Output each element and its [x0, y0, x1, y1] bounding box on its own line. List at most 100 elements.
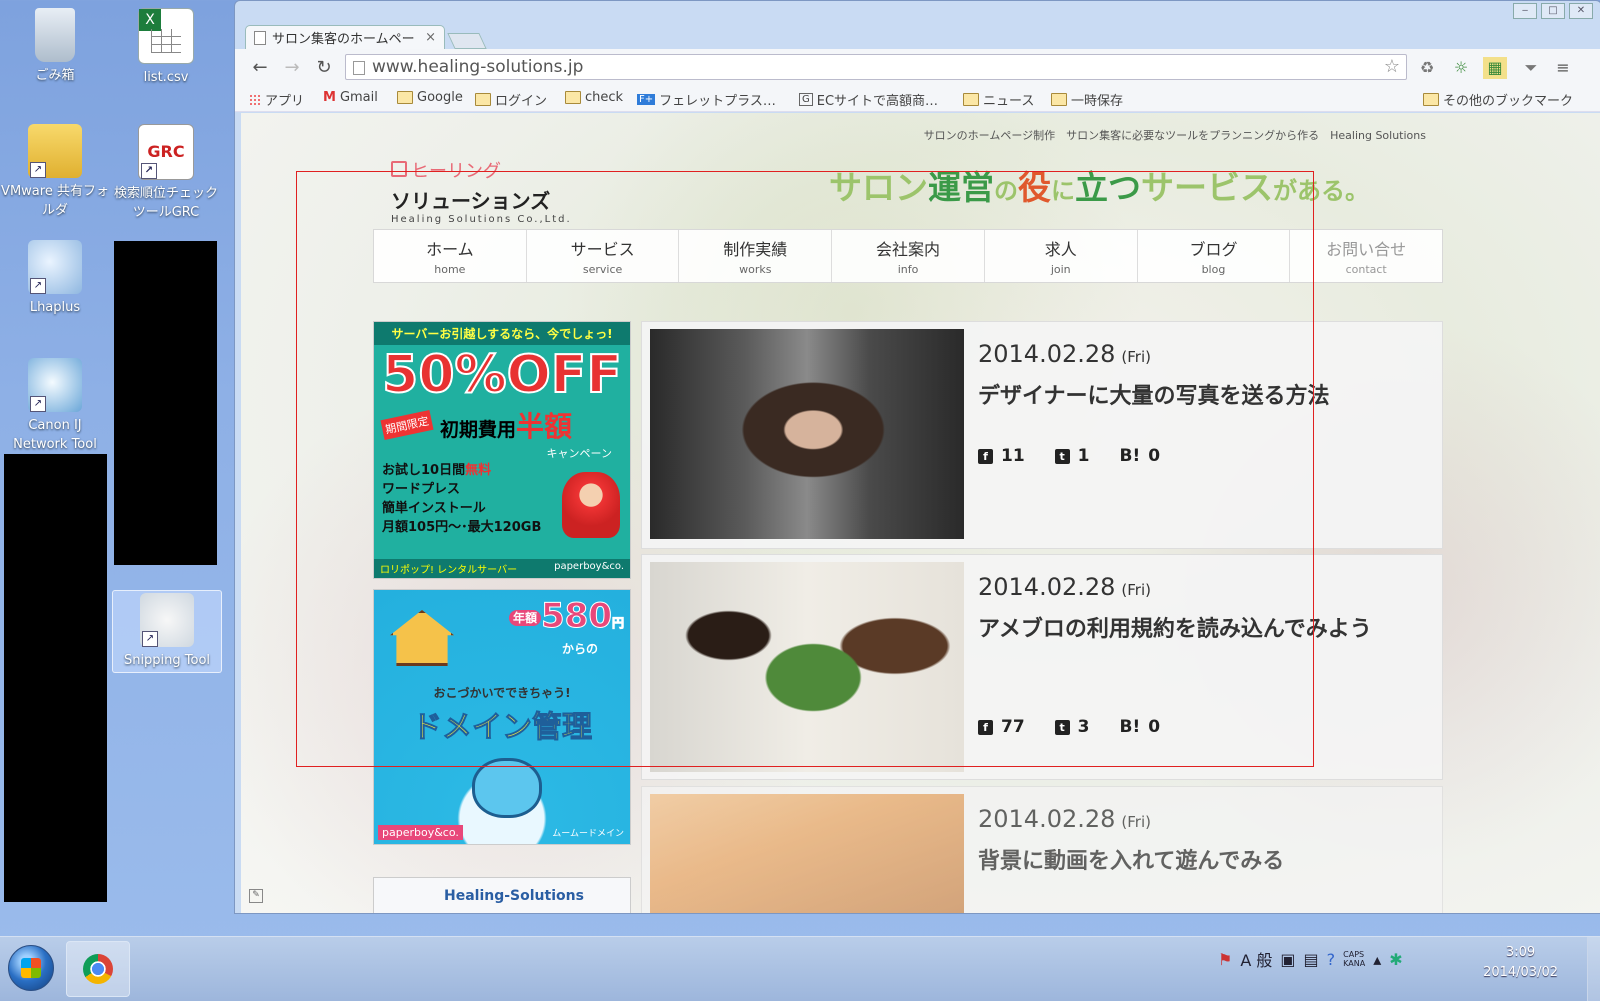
lolipop-banner[interactable]: サーバーお引越しするなら、今でしょっ! 50%OFF 期間限定 初期費用半額 キャ… [373, 321, 631, 579]
extension-evernote-icon[interactable]: ☼ [1449, 57, 1473, 79]
hatena-bookmark-icon[interactable]: B! [1120, 447, 1141, 464]
tray-expand-icon[interactable]: ▴ [1373, 950, 1381, 969]
excel-badge: X [139, 9, 161, 31]
kana-label: KANA [1343, 959, 1366, 968]
chrome-menu-icon[interactable]: ≡ [1551, 57, 1575, 79]
close-window-button[interactable]: ✕ [1569, 3, 1593, 19]
desktop-icon-snipping-tool[interactable]: ↗ Snipping Tool [112, 590, 222, 673]
reload-button[interactable]: ↻ [313, 57, 335, 79]
ime-pad-icon[interactable]: ▤ [1304, 950, 1319, 969]
page-info-icon [353, 61, 365, 75]
minimize-button[interactable]: ‒ [1513, 3, 1537, 19]
blog-post[interactable]: 2014.02.28 (Fri) アメブロの利用規約を読み込んでみよう f 77 t… [641, 554, 1443, 780]
healing-solutions-banner[interactable]: Healing-Solutions [373, 877, 631, 913]
bookmark-label: フェレットプラス… [659, 94, 776, 109]
new-tab-button[interactable] [447, 33, 487, 49]
muumuu-domain-banner[interactable]: 年額 580円 からの おこづかいでできちゃう! ドメイン管理 paperboy&… [373, 589, 631, 845]
nav-label-en: works [739, 263, 772, 276]
nav-label-jp: 制作実績 [723, 240, 788, 259]
taskbar-chrome-button[interactable] [66, 941, 130, 997]
notification-flag-icon[interactable]: ⚑ [1218, 950, 1232, 969]
desktop-icon-label: VMware 共有フォルダ [1, 184, 109, 218]
tagline-part: サービス [1141, 168, 1273, 207]
shortcut-arrow-icon: ↗ [30, 396, 46, 412]
post-title[interactable]: デザイナーに大量の写真を送る方法 [978, 378, 1398, 415]
redacted-area [4, 454, 107, 902]
twitter-icon[interactable]: t [1054, 719, 1070, 735]
show-desktop-button[interactable] [1587, 937, 1600, 1001]
facebook-count: 77 [1001, 717, 1025, 737]
bookmark-google[interactable]: Google [397, 90, 463, 105]
nav-item-service[interactable]: サービス service [527, 230, 680, 282]
desktop-icon-vmware-folder[interactable]: ↗ VMware 共有フォルダ [0, 124, 110, 220]
post-thumbnail[interactable] [650, 562, 964, 772]
tab-title: サロン集客のホームペー [272, 32, 415, 47]
desktop-icon-canon-ij[interactable]: ↗ Canon IJ Network Tool [0, 358, 110, 454]
start-button[interactable] [8, 945, 54, 991]
taskbar: ⚑ A 般 ▣ ▤ ? CAPS KANA ▴ ✱ 3:09 2014/03/02 [0, 936, 1600, 1001]
bookmark-news[interactable]: ニュース [963, 90, 1034, 109]
nav-item-blog[interactable]: ブログ blog [1138, 230, 1291, 282]
bookmark-other[interactable]: その他のブックマーク [1423, 90, 1573, 109]
banner-small-text: おこづかいでできちゃう! [433, 686, 571, 700]
caps-kana-indicator: CAPS KANA [1343, 950, 1365, 968]
site-logo[interactable]: ヒーリング ソリューションズ Healing Solutions Co.,Ltd… [391, 157, 572, 225]
nav-item-works[interactable]: 制作実績 works [679, 230, 833, 282]
ime-tools-icon[interactable]: ▣ [1280, 950, 1295, 969]
nav-item-contact[interactable]: お問い合せ contact [1290, 230, 1442, 282]
post-thumbnail[interactable] [650, 329, 964, 539]
ime-indicator[interactable]: A 般 [1240, 947, 1272, 971]
hatena-bookmark-icon[interactable]: B! [1120, 718, 1141, 735]
desktop-icon-list-csv[interactable]: X list.csv [111, 8, 221, 87]
shortcut-arrow-icon: ↗ [142, 631, 158, 647]
bookmark-login[interactable]: ログイン [475, 90, 547, 109]
bookmark-temp[interactable]: 一時保存 [1051, 90, 1123, 109]
bookmark-apps[interactable]: アプリ [249, 90, 304, 109]
address-bar[interactable]: www.healing-solutions.jp ☆ [345, 54, 1407, 80]
nav-item-join[interactable]: 求人 join [985, 230, 1138, 282]
extension-grid-icon[interactable]: ▦ [1483, 57, 1507, 79]
blog-post[interactable]: 2014.02.28 (Fri) 背景に動画を入れて遊んでみる [641, 786, 1443, 913]
post-title[interactable]: 背景に動画を入れて遊んでみる [978, 843, 1398, 880]
forward-button[interactable]: → [281, 57, 303, 79]
clock-time: 3:09 [1505, 945, 1536, 960]
browser-tab[interactable]: サロン集客のホームペー × [245, 25, 445, 49]
tagline-part: 運営 [928, 168, 994, 207]
desktop-icon-recycle-bin[interactable]: ごみ箱 [0, 8, 110, 85]
tab-close-icon[interactable]: × [425, 30, 436, 45]
facebook-count: 11 [1001, 446, 1025, 466]
apps-grid-icon [249, 93, 261, 106]
bookmark-ferret-plus[interactable]: F+ フェレットプラス… [637, 90, 776, 109]
folder-icon: ↗ [28, 124, 82, 178]
extension-filter-icon[interactable]: ⏷ [1519, 57, 1543, 79]
nav-item-home[interactable]: ホーム home [374, 230, 527, 282]
facebook-icon[interactable]: f [978, 448, 993, 464]
desktop-icon-lhaplus[interactable]: ↗ Lhaplus [0, 240, 110, 317]
facebook-icon[interactable]: f [978, 719, 993, 735]
post-title[interactable]: アメブロの利用規約を読み込んでみよう [978, 611, 1398, 648]
desktop-icon-grc[interactable]: GRC ↗ 検索順位チェックツールGRC [111, 124, 221, 222]
taskbar-clock[interactable]: 3:09 2014/03/02 [1483, 943, 1558, 983]
site-favicon-icon: G [799, 93, 813, 106]
bookmark-check[interactable]: check [565, 90, 623, 105]
logo-line1: ヒーリング [411, 161, 501, 182]
banner-bottom-text: ロリポップ! レンタルサーバー [380, 565, 518, 576]
caps-label: CAPS [1343, 950, 1365, 959]
bear-mascot-icon [472, 758, 542, 818]
blog-post[interactable]: 2014.02.28 (Fri) デザイナーに大量の写真を送る方法 f 11 t1 … [641, 321, 1443, 549]
bookmark-label: ECサイトで高額商… [816, 94, 939, 109]
nav-item-info[interactable]: 会社案内 info [832, 230, 985, 282]
extension-recycle-icon[interactable]: ♻ [1415, 57, 1439, 79]
help-icon[interactable]: ? [1327, 950, 1336, 969]
bookmark-star-icon[interactable]: ☆ [1384, 55, 1400, 79]
banner-campaign: キャンペーン [546, 447, 612, 460]
back-button[interactable]: ← [249, 57, 271, 79]
bookmark-gmail[interactable]: M Gmail [323, 90, 378, 105]
post-thumbnail[interactable] [650, 794, 964, 913]
twitter-icon[interactable]: t [1054, 448, 1070, 464]
maximize-button[interactable]: □ [1541, 3, 1565, 19]
edit-note-icon: ✎ [249, 889, 263, 903]
post-date: 2014.02.28 [978, 573, 1116, 601]
network-icon[interactable]: ✱ [1389, 950, 1402, 969]
bookmark-ec-site[interactable]: G ECサイトで高額商… [799, 90, 938, 109]
